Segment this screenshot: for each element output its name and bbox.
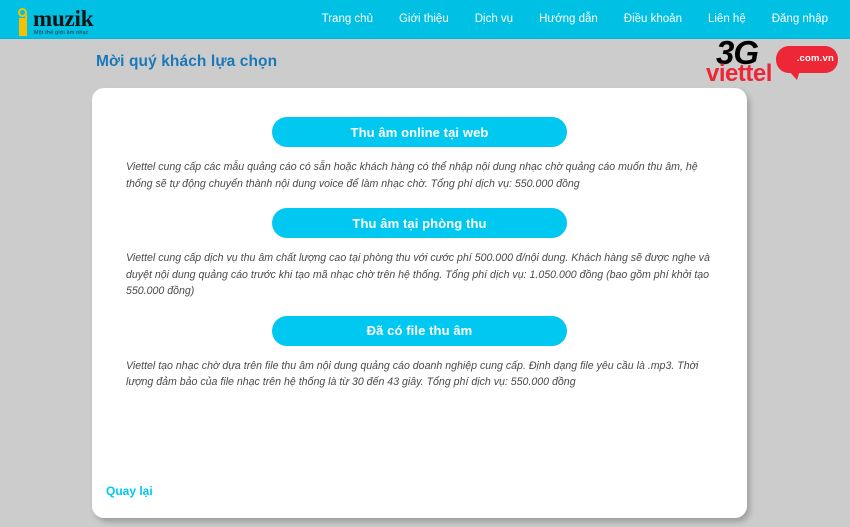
- option-description-online: Viettel cung cấp các mẫu quảng cáo có sẵ…: [126, 161, 698, 190]
- page-root: muzik Một thế giới âm nhạc Trang chủ Giớ…: [0, 0, 850, 527]
- option-block-existing-file: Đã có file thu âm Viettel tạo nhạc chờ d…: [122, 315, 717, 391]
- option-description-existing-file: Viettel tạo nhạc chờ dựa trên file thu â…: [126, 359, 699, 389]
- nav-item-gioi-thieu[interactable]: Giới thiệu: [399, 13, 449, 25]
- page-title: Mời quý khách lựa chọn: [96, 53, 278, 70]
- music-note-icon: [16, 6, 32, 36]
- option-block-studio: Thu âm tại phòng thu Viettel cung cấp dị…: [122, 208, 717, 300]
- nav-item-dang-nhap[interactable]: Đăng nhập: [772, 13, 828, 25]
- viettel-3g-logo: 3G .com.vn viettel: [698, 36, 838, 88]
- option-button-da-co-file[interactable]: Đã có file thu âm: [272, 315, 567, 346]
- option-button-thu-am-phong-thu[interactable]: Thu âm tại phòng thu: [272, 208, 567, 238]
- nav-item-dich-vu[interactable]: Dịch vụ: [475, 13, 513, 25]
- option-button-thu-am-online[interactable]: Thu âm online tại web: [272, 117, 567, 147]
- title-row: Mời quý khách lựa chọn 3G .com.vn viette…: [0, 36, 850, 88]
- logo-wordmark: muzik: [33, 5, 94, 31]
- nav-item-dieu-khoan[interactable]: Điều khoản: [624, 13, 682, 25]
- options-card: Thu âm online tại web Viettel cung cấp c…: [92, 88, 747, 518]
- main-nav: Trang chủ Giới thiệu Dịch vụ Hướng dẫn Đ…: [322, 13, 828, 25]
- nav-item-lien-he[interactable]: Liên hệ: [708, 13, 746, 25]
- nav-item-huong-dan[interactable]: Hướng dẫn: [539, 13, 598, 25]
- logo-tagline: Một thế giới âm nhạc: [34, 29, 89, 36]
- imuzik-logo[interactable]: muzik Một thế giới âm nhạc: [16, 2, 94, 36]
- card-footer: Quay lại: [92, 482, 747, 500]
- option-block-online: Thu âm online tại web Viettel cung cấp c…: [122, 117, 717, 192]
- option-description-studio: Viettel cung cấp dịch vụ thu âm chất lượ…: [126, 252, 710, 297]
- domain-text: .com.vn: [796, 53, 834, 64]
- back-link[interactable]: Quay lại: [106, 484, 153, 498]
- viettel-wordmark: viettel: [706, 60, 772, 87]
- nav-item-trang-chu[interactable]: Trang chủ: [322, 13, 373, 25]
